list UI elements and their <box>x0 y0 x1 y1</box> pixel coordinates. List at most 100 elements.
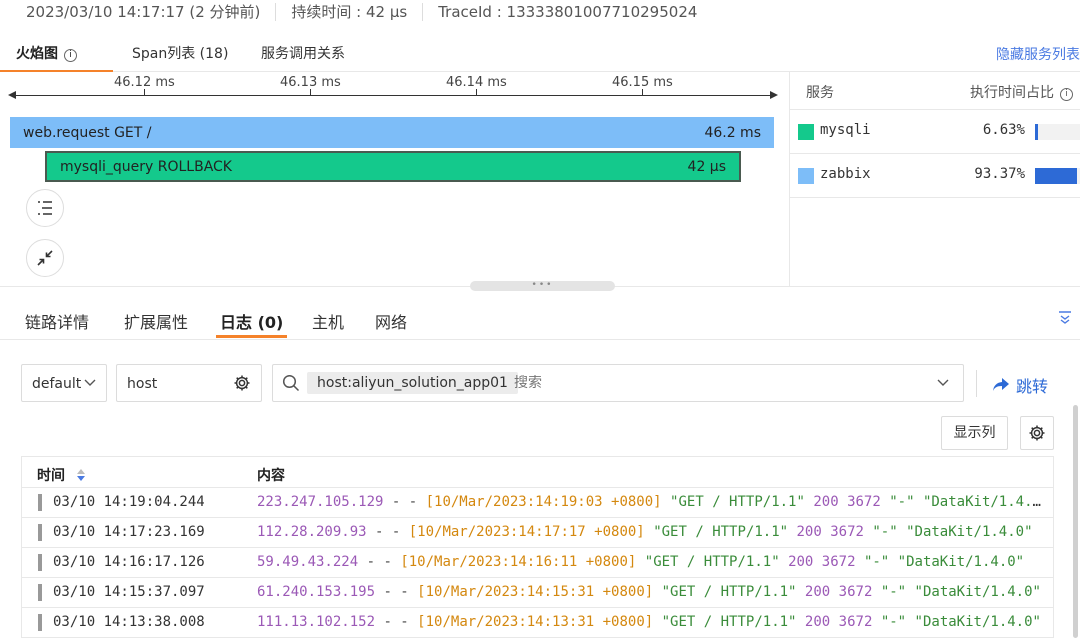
log-time: 03/10 14:13:38.008 <box>53 614 205 630</box>
collapse-view-button[interactable] <box>26 239 64 277</box>
log-ip: 112.28.209.93 <box>257 524 367 540</box>
tab-service-calls[interactable]: 服务调用关系 <box>261 43 345 63</box>
filter-chip[interactable]: host:aliyun_solution_app01 <box>307 372 518 394</box>
trace-id: TraceId : 13333801007710295024 <box>438 3 698 21</box>
log-status-code: 200 <box>788 554 814 570</box>
log-time: 03/10 14:15:37.097 <box>53 584 205 600</box>
service-percent: 93.37% <box>974 166 1025 182</box>
table-row[interactable]: 03/10 14:15:37.097 61.240.153.195 - - [1… <box>22 578 1053 608</box>
log-timestamp: [10/Mar/2023:14:19:03 +0800] <box>425 494 662 510</box>
tab-flame-graph[interactable]: 火焰图 i <box>16 43 77 63</box>
log-level-marker <box>38 494 42 511</box>
trace-datetime: 2023/03/10 14:17:17 (2 分钟前) <box>0 3 277 21</box>
time-column-header[interactable]: 时间 <box>37 465 86 485</box>
log-rest: "-" "DataKit/1.4.0" <box>880 614 1041 630</box>
tab-trace-detail[interactable]: 链路详情 <box>25 309 89 333</box>
info-icon[interactable]: i <box>64 49 77 62</box>
log-rest: "-" "DataKit/1.4.0" <box>889 494 1042 510</box>
table-row[interactable]: 03/10 14:17:23.169 112.28.209.93 - - [10… <box>22 518 1053 548</box>
search-icon <box>282 374 300 392</box>
log-content: 61.240.153.195 - - [10/Mar/2023:14:15:31… <box>257 584 1041 600</box>
axis-arrow-left <box>8 91 16 99</box>
table-row[interactable]: 03/10 14:13:38.008 111.13.102.152 - - [1… <box>22 608 1053 638</box>
view-tabs: 火焰图 i Span列表 (18) 服务调用关系 隐藏服务列表 <box>0 32 1080 72</box>
log-request: "GET / HTTP/1.1" <box>653 524 789 540</box>
log-size: 3672 <box>830 524 864 540</box>
table-header: 时间 内容 <box>22 457 1053 488</box>
index-select[interactable]: default <box>21 364 107 402</box>
log-timestamp: [10/Mar/2023:14:15:31 +0800] <box>417 584 654 600</box>
log-content: 112.28.209.93 - - [10/Mar/2023:14:17:17 … <box>257 524 1033 540</box>
table-row[interactable]: 03/10 14:19:04.244 223.247.105.129 - - [… <box>22 488 1053 518</box>
time-header-label: 时间 <box>37 468 65 484</box>
active-tab-indicator <box>216 335 287 338</box>
log-rest: "-" "DataKit/1.4.0" <box>863 554 1025 570</box>
service-ratio-bar <box>1035 168 1080 184</box>
gear-icon[interactable] <box>233 374 251 392</box>
log-size: 3672 <box>838 614 873 630</box>
ratio-header-label: 执行时间占比 <box>970 85 1054 101</box>
log-content: 223.247.105.129 - - [10/Mar/2023:14:19:0… <box>257 494 1042 510</box>
service-ratio-fill <box>1035 168 1078 184</box>
log-ip: 61.240.153.195 <box>257 584 376 600</box>
table-row[interactable]: 03/10 14:16:17.126 59.49.43.224 - - [10/… <box>22 548 1053 578</box>
log-size: 3672 <box>821 554 856 570</box>
show-columns-button[interactable]: 显示列 <box>941 416 1008 450</box>
service-name: mysqli <box>820 122 871 138</box>
shrink-arrows-icon <box>37 250 53 266</box>
service-ratio-bar <box>1035 124 1080 140</box>
sort-icon[interactable] <box>76 468 86 482</box>
log-timestamp: [10/Mar/2023:14:16:11 +0800] <box>400 554 637 570</box>
service-table-header: 服务 执行时间占比 i <box>790 72 1080 110</box>
scrollbar[interactable] <box>1073 405 1078 638</box>
collapse-icon[interactable] <box>1058 310 1072 324</box>
service-name: zabbix <box>820 166 871 182</box>
hide-service-list-link[interactable]: 隐藏服务列表 <box>996 44 1080 64</box>
flame-graph: 46.12 ms 46.13 ms 46.14 ms 46.15 ms web.… <box>0 72 789 286</box>
tab-extended-attributes[interactable]: 扩展属性 <box>124 309 188 333</box>
chevron-down-icon <box>84 379 96 386</box>
log-level-marker <box>38 554 42 571</box>
table-settings-button[interactable] <box>1020 416 1054 450</box>
chevron-down-icon[interactable] <box>937 375 949 389</box>
trace-duration: 持续时间 : 42 μs <box>276 3 424 21</box>
ratio-column-header: 执行时间占比 i <box>970 82 1073 102</box>
log-request: "GET / HTTP/1.1" <box>670 494 805 510</box>
log-status-code: 200 <box>804 584 831 600</box>
search-input[interactable] <box>514 375 894 391</box>
service-row[interactable]: zabbix 93.37% <box>790 154 1080 198</box>
log-search-box[interactable]: host:aliyun_solution_app01 <box>272 364 964 402</box>
jump-button[interactable]: 跳转 <box>992 373 1048 397</box>
span-mysqli-query[interactable]: mysqli_query ROLLBACK 42 μs <box>45 151 741 182</box>
service-row[interactable]: mysqli 6.63% <box>790 110 1080 154</box>
tab-span-list[interactable]: Span列表 (18) <box>132 43 228 63</box>
tab-network[interactable]: 网络 <box>375 309 407 333</box>
log-time: 03/10 14:19:04.244 <box>53 494 205 510</box>
share-arrow-icon <box>993 378 1009 391</box>
log-content: 111.13.102.152 - - [10/Mar/2023:14:13:31… <box>257 614 1041 630</box>
service-column-header: 服务 <box>806 85 834 101</box>
tab-host[interactable]: 主机 <box>312 309 344 333</box>
field-select[interactable]: host <box>116 364 262 402</box>
service-color-swatch <box>798 168 814 184</box>
info-icon[interactable]: i <box>1060 88 1073 101</box>
axis-tick-label: 46.13 ms <box>280 75 341 90</box>
span-web-request[interactable]: web.request GET / 46.2 ms <box>10 117 774 148</box>
log-table: 时间 内容 03/10 14:19:04.244 223.247.105.129… <box>21 456 1054 638</box>
log-ip: 223.247.105.129 <box>257 494 384 510</box>
list-view-button[interactable] <box>26 189 64 227</box>
log-status-code: 200 <box>796 524 822 540</box>
tab-flame-graph-label: 火焰图 <box>16 46 58 62</box>
tab-logs[interactable]: 日志 (0) <box>220 309 283 333</box>
index-select-value: default <box>32 376 82 392</box>
list-icon <box>38 201 52 215</box>
service-percent: 6.63% <box>982 122 1025 138</box>
axis-tick-label: 46.14 ms <box>446 75 507 90</box>
log-status-code: 200 <box>804 614 831 630</box>
resize-handle[interactable]: ••• <box>470 281 615 291</box>
log-level-marker <box>38 584 42 601</box>
service-color-swatch <box>798 124 814 140</box>
log-time: 03/10 14:17:23.169 <box>53 524 205 540</box>
service-ratio-fill <box>1035 124 1038 140</box>
field-select-value: host <box>127 376 158 392</box>
